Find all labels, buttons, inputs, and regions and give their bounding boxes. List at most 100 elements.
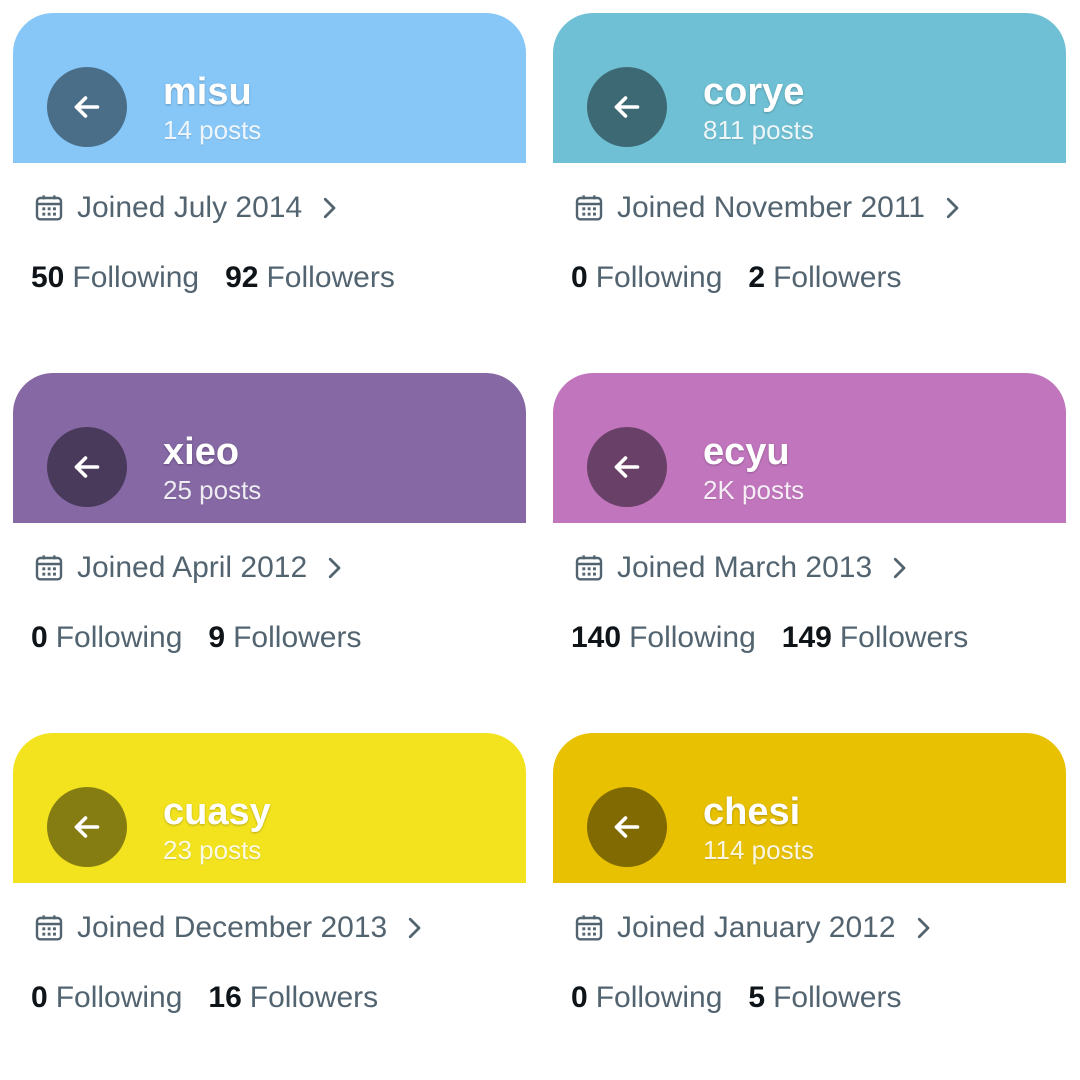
profile-header-banner: misu 14 posts <box>13 13 526 163</box>
arrow-left-icon <box>74 96 100 118</box>
following-link[interactable]: 50 Following <box>31 261 199 295</box>
post-count: 114 posts <box>703 835 814 865</box>
calendar-icon <box>35 915 63 941</box>
joined-date-link[interactable]: Joined December 2013 <box>33 911 427 945</box>
followers-label: Followers <box>839 621 969 654</box>
following-count: 140 <box>571 621 622 654</box>
followers-count: 5 <box>748 981 766 1014</box>
joined-date-text: Joined March 2013 <box>617 551 873 584</box>
joined-date-link[interactable]: Joined July 2014 <box>33 191 342 225</box>
following-label: Following <box>595 981 723 1014</box>
following-label: Following <box>629 621 756 654</box>
followers-link[interactable]: 9 Followers <box>208 621 361 655</box>
calendar-icon <box>35 555 63 581</box>
following-count: 0 <box>571 981 588 1014</box>
followers-count: 16 <box>208 981 242 1014</box>
back-button[interactable] <box>587 67 667 147</box>
post-count: 2K posts <box>703 475 805 505</box>
follow-stats: 0 Following 2 Followers <box>571 261 901 295</box>
followers-count: 149 <box>781 621 832 654</box>
followers-count: 9 <box>208 621 226 654</box>
profile-name: corye <box>703 71 805 113</box>
followers-label: Followers <box>773 261 902 294</box>
joined-date-text: Joined April 2012 <box>77 551 308 584</box>
following-label: Following <box>55 981 183 1014</box>
back-button[interactable] <box>587 787 667 867</box>
following-link[interactable]: 0 Following <box>571 261 722 295</box>
chevron-right-icon <box>894 557 906 579</box>
back-button[interactable] <box>47 67 127 147</box>
joined-date-text: Joined November 2011 <box>617 191 925 224</box>
following-count: 50 <box>31 261 65 294</box>
back-button[interactable] <box>47 427 127 507</box>
profile-header-banner: ecyu 2K posts <box>553 373 1066 523</box>
arrow-left-icon <box>614 96 640 118</box>
post-count: 23 posts <box>163 835 262 865</box>
back-button[interactable] <box>587 427 667 507</box>
followers-link[interactable]: 2 Followers <box>748 261 901 295</box>
post-count: 14 posts <box>163 115 262 145</box>
followers-count: 2 <box>748 261 766 294</box>
follow-stats: 0 Following 5 Followers <box>571 981 901 1015</box>
following-link[interactable]: 0 Following <box>31 621 182 655</box>
follow-stats: 140 Following 149 Followers <box>571 621 968 655</box>
follow-stats: 50 Following 92 Followers <box>31 261 395 295</box>
followers-link[interactable]: 16 Followers <box>208 981 378 1015</box>
following-link[interactable]: 140 Following <box>571 621 756 655</box>
arrow-left-icon <box>74 456 100 478</box>
following-label: Following <box>72 261 200 294</box>
followers-label: Followers <box>773 981 902 1014</box>
profile-header-banner: chesi 114 posts <box>553 733 1066 883</box>
profile-card: misu 14 posts Joined July 2014 50 Follow… <box>13 13 526 343</box>
following-label: Following <box>55 621 183 654</box>
chevron-right-icon <box>329 557 341 579</box>
followers-label: Followers <box>266 261 395 294</box>
joined-date-link[interactable]: Joined January 2012 <box>573 911 936 945</box>
followers-link[interactable]: 92 Followers <box>225 261 395 295</box>
arrow-left-icon <box>614 816 640 838</box>
arrow-left-icon <box>614 456 640 478</box>
post-count: 811 posts <box>703 115 814 145</box>
joined-date-text: Joined July 2014 <box>77 191 303 224</box>
profile-name: ecyu <box>703 431 790 473</box>
follow-stats: 0 Following 16 Followers <box>31 981 378 1015</box>
profile-header-banner: corye 811 posts <box>553 13 1066 163</box>
chevron-right-icon <box>917 917 929 939</box>
following-count: 0 <box>31 621 48 654</box>
joined-date-link[interactable]: Joined March 2013 <box>573 551 912 585</box>
chevron-right-icon <box>946 197 959 219</box>
profile-card: ecyu 2K posts Joined March 2013 140 Foll… <box>553 373 1066 703</box>
profile-header-banner: cuasy 23 posts <box>13 733 526 883</box>
profile-name: xieo <box>163 431 240 473</box>
profile-card: corye 811 posts Joined November 2011 0 F… <box>553 13 1066 343</box>
post-count: 25 posts <box>163 475 262 505</box>
profile-header-banner: xieo 25 posts <box>13 373 526 523</box>
calendar-icon <box>575 555 603 581</box>
follow-stats: 0 Following 9 Followers <box>31 621 361 655</box>
followers-link[interactable]: 5 Followers <box>748 981 901 1015</box>
chevron-right-icon <box>409 917 421 939</box>
profile-name: cuasy <box>163 791 271 833</box>
calendar-icon <box>575 915 603 941</box>
profile-card: xieo 25 posts Joined April 2012 0 Follow… <box>13 373 526 703</box>
chevron-right-icon <box>324 197 336 219</box>
followers-label: Followers <box>249 981 379 1014</box>
profile-card: cuasy 23 posts Joined December 2013 0 Fo… <box>13 733 526 1063</box>
following-link[interactable]: 0 Following <box>571 981 722 1015</box>
joined-date-text: Joined January 2012 <box>617 911 896 944</box>
joined-date-link[interactable]: Joined November 2011 <box>573 191 965 225</box>
profile-name: misu <box>163 71 252 113</box>
calendar-icon <box>575 195 603 221</box>
arrow-left-icon <box>74 816 100 838</box>
following-count: 0 <box>31 981 48 1014</box>
joined-date-text: Joined December 2013 <box>77 911 388 944</box>
back-button[interactable] <box>47 787 127 867</box>
profile-card: chesi 114 posts Joined January 2012 0 Fo… <box>553 733 1066 1063</box>
profile-name: chesi <box>703 791 801 833</box>
followers-count: 92 <box>225 261 259 294</box>
following-count: 0 <box>571 261 588 294</box>
joined-date-link[interactable]: Joined April 2012 <box>33 551 347 585</box>
followers-link[interactable]: 149 Followers <box>782 621 968 655</box>
following-label: Following <box>595 261 723 294</box>
following-link[interactable]: 0 Following <box>31 981 182 1015</box>
